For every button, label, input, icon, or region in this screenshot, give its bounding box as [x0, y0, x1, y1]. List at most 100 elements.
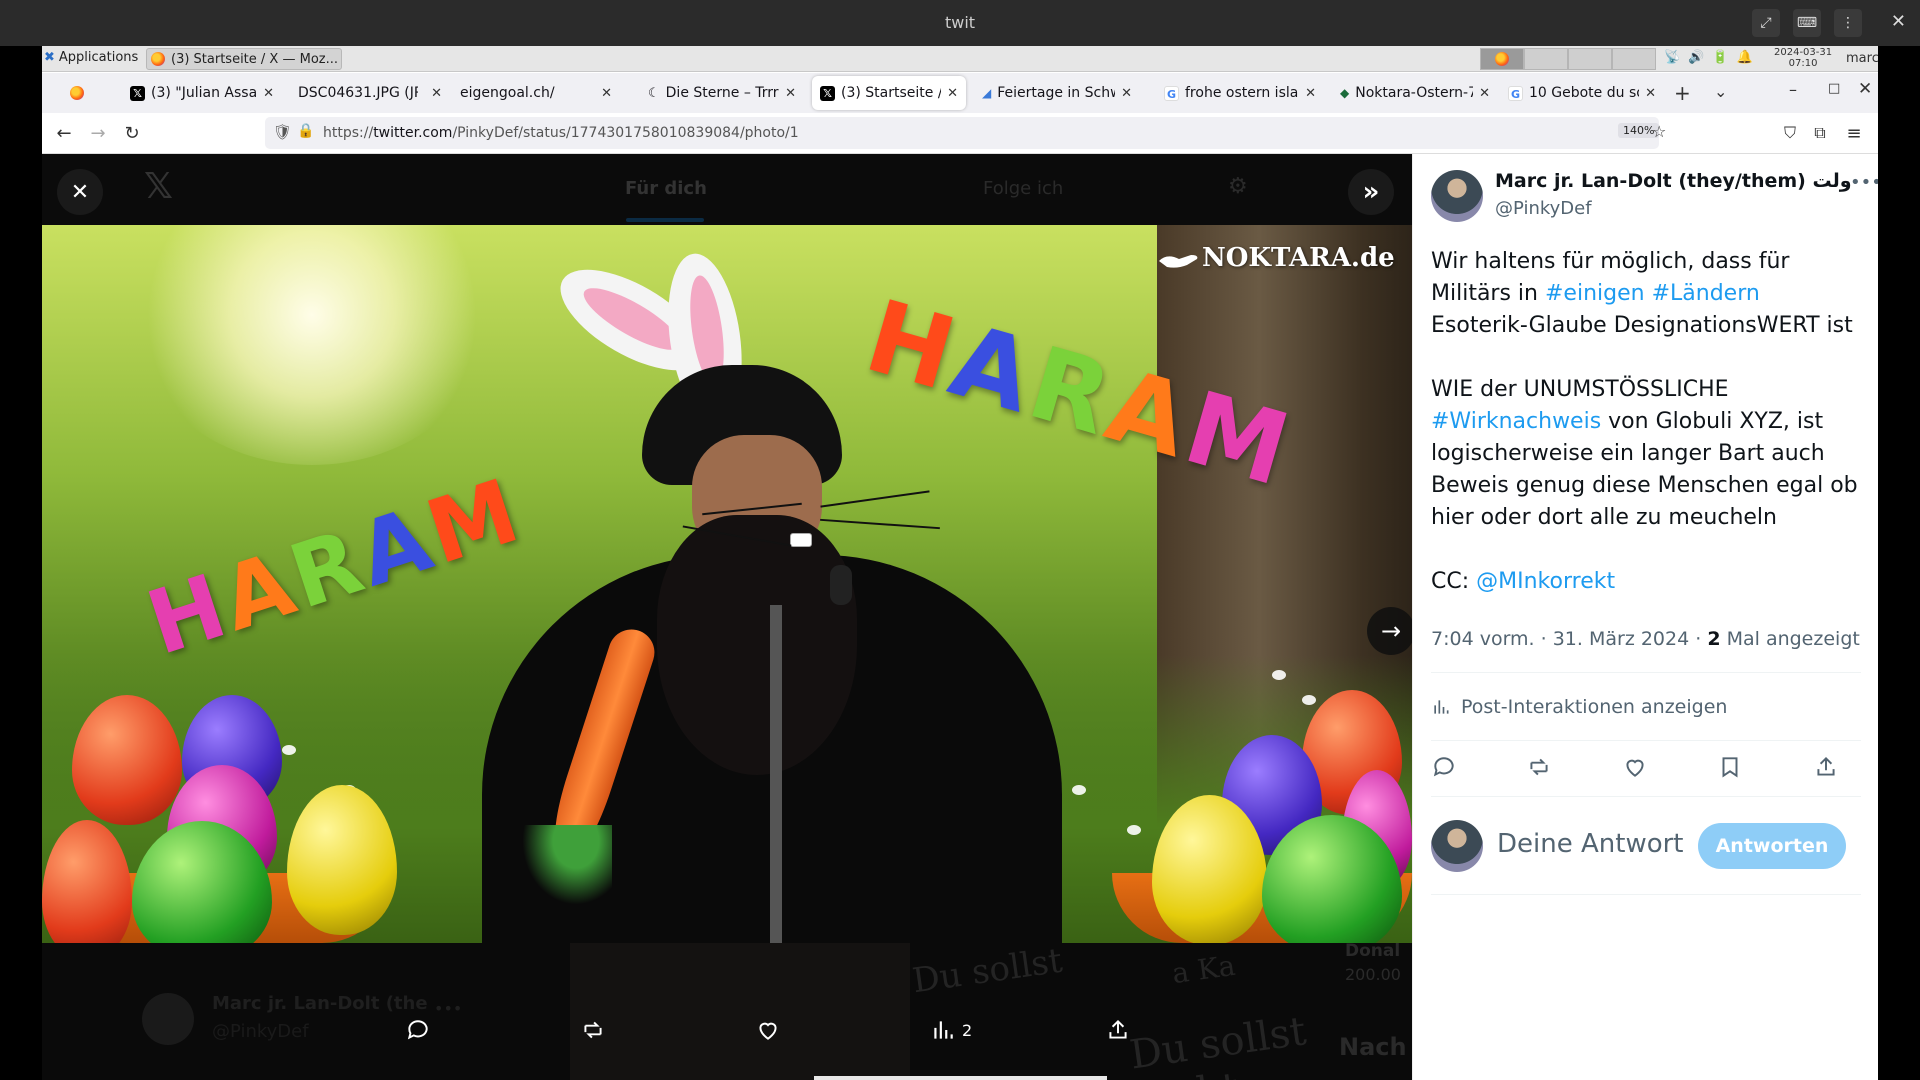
workspace-3[interactable] — [1568, 48, 1612, 70]
url-host: twitter.com — [373, 125, 453, 141]
more-options-icon[interactable]: ••• — [1850, 172, 1878, 193]
close-tab-icon[interactable]: ✕ — [1305, 86, 1316, 101]
user-menu[interactable]: marc — [1846, 51, 1878, 66]
collapse-sidebar-button[interactable]: » — [1348, 169, 1394, 215]
back-arrow-icon[interactable]: ← — [52, 121, 76, 145]
forward-arrow-icon[interactable]: → — [86, 121, 110, 145]
tab-label: Noktara-Ostern-7- — [1355, 85, 1474, 101]
tab-pinned-firefox[interactable] — [48, 76, 110, 110]
url-text[interactable]: https://twitter.com/PinkyDef/status/1774… — [323, 125, 799, 141]
notification-bell-icon[interactable]: 🔔 — [1737, 50, 1753, 65]
bookmark-star-icon[interactable]: ☆ — [1652, 122, 1666, 141]
close-tab-icon[interactable]: ✕ — [431, 86, 442, 101]
fullscreen-icon[interactable]: ⤢ — [1752, 9, 1780, 37]
like-button[interactable] — [755, 1016, 781, 1044]
maximize-window-icon[interactable]: □ — [1828, 81, 1840, 96]
minimize-window-icon[interactable]: – — [1789, 80, 1797, 99]
close-lightbox-button[interactable]: ✕ — [57, 169, 103, 215]
background-avatar — [142, 993, 194, 1045]
share-button[interactable] — [1105, 1016, 1131, 1044]
keyboard-icon[interactable]: ⌨ — [1793, 9, 1821, 37]
network-icon[interactable]: 📡 — [1664, 50, 1680, 65]
hamburger-menu-icon[interactable]: ≡ — [1842, 121, 1866, 145]
reply-button[interactable] — [1429, 752, 1459, 782]
xfce-logo-icon: ✖ — [44, 50, 55, 65]
tab-folge-ich[interactable]: Folge ich — [983, 178, 1063, 199]
remote-close-icon[interactable]: ✕ — [1891, 11, 1906, 32]
hashtag-link[interactable]: #Wirknachweis — [1431, 409, 1601, 434]
author-handle[interactable]: @PinkyDef — [1495, 198, 1592, 219]
workspace-4[interactable] — [1612, 48, 1656, 70]
heart-icon — [759, 1022, 777, 1040]
taskbar-window-button[interactable]: (3) Startseite / X — Moz... — [146, 48, 342, 70]
gear-icon[interactable]: ⚙ — [1228, 174, 1248, 199]
author-avatar[interactable] — [1431, 170, 1483, 222]
mention-link[interactable]: @MInkorrekt — [1476, 569, 1615, 594]
close-tab-icon[interactable]: ✕ — [947, 86, 958, 101]
tab-noktara-ostern[interactable]: ◆ Noktara-Ostern-7- ✕ — [1332, 76, 1498, 110]
repost-button[interactable] — [580, 1016, 606, 1044]
close-tab-icon[interactable]: ✕ — [601, 86, 612, 101]
close-tab-icon[interactable]: ✕ — [1645, 86, 1656, 101]
sun-glow — [132, 225, 492, 465]
workspace-2[interactable] — [1524, 48, 1568, 70]
tweet-timestamp[interactable]: 7:04 vorm. · 31. März 2024 · — [1431, 628, 1707, 650]
post-analytics-label: Post-Interaktionen anzeigen — [1461, 696, 1728, 718]
close-tab-icon[interactable]: ✕ — [785, 86, 796, 101]
hashtag-link[interactable]: #einigen — [1545, 281, 1645, 306]
tab-label: eigengoal.ch/ — [460, 85, 555, 101]
pocket-icon[interactable]: ⛉ — [1778, 121, 1802, 145]
repost-button[interactable] — [1524, 752, 1554, 782]
list-all-tabs-icon[interactable]: ⌄ — [1714, 82, 1727, 101]
close-tab-icon[interactable]: ✕ — [1479, 86, 1490, 101]
arrow-right-icon: → — [1380, 617, 1402, 645]
share-button[interactable] — [1811, 752, 1841, 782]
shield-icon[interactable]: 🛡 — [273, 123, 292, 141]
tab-julian-assange[interactable]: 𝕏 (3) "Julian Assange ✕ — [122, 76, 282, 110]
close-window-icon[interactable]: ✕ — [1858, 79, 1872, 99]
next-image-button[interactable]: → — [1367, 607, 1412, 655]
current-user-avatar[interactable] — [1431, 820, 1483, 872]
noktara-watermark: NOKTARA.de — [1202, 243, 1395, 273]
reply-submit-button[interactable]: Antworten — [1698, 823, 1846, 869]
tab-label: DSC04631.JPG (JPEG — [298, 85, 418, 101]
active-tab-indicator — [626, 218, 704, 222]
close-tab-icon[interactable]: ✕ — [263, 86, 274, 101]
url-bar[interactable]: 🛡 🔒 https://twitter.com/PinkyDef/status/… — [265, 117, 1666, 149]
tweet-text-part: CC: — [1431, 569, 1477, 594]
lock-icon[interactable]: 🔒 — [297, 123, 314, 139]
tab-die-sterne[interactable]: ☾ Die Sterne – Trrrm ✕ — [640, 76, 804, 110]
reload-icon[interactable]: ↻ — [120, 121, 144, 145]
tab-dsc04631[interactable]: DSC04631.JPG (JPEG ✕ — [290, 76, 450, 110]
reply-button[interactable] — [405, 1016, 431, 1044]
bookmark-button[interactable] — [1715, 752, 1745, 782]
kebab-menu-icon[interactable]: ⋮ — [1834, 9, 1862, 37]
tweet-image: HARAM HARAM NOKTARA.de — [42, 225, 1412, 943]
battery-icon[interactable]: 🔋 — [1712, 50, 1728, 65]
tab-fuer-dich[interactable]: Für dich — [625, 178, 707, 199]
close-tab-icon[interactable]: ✕ — [1121, 86, 1132, 101]
wikipedia-icon: ◢ — [982, 86, 992, 100]
tab-startseite-x[interactable]: 𝕏 (3) Startseite / X ✕ — [812, 76, 966, 110]
workspace-switcher[interactable] — [1480, 48, 1656, 70]
post-analytics-link[interactable]: Post-Interaktionen anzeigen — [1431, 696, 1727, 718]
tab-feiertage[interactable]: ◢ Feiertage in Schwe ✕ — [974, 76, 1140, 110]
url-prefix: https:// — [323, 125, 374, 141]
views-button[interactable]: 2 — [930, 1016, 972, 1044]
lightbox-footer: Marc jr. Lan-Dolt (the @PinkyDef ••• Du … — [42, 941, 1412, 1080]
flower — [1072, 785, 1086, 795]
workspace-1[interactable] — [1480, 48, 1524, 70]
new-tab-button[interactable]: + — [1674, 81, 1691, 105]
author-name[interactable]: Marc jr. Lan-Dolt (they/them) ولت — [1495, 170, 1852, 192]
tab-frohe-ostern[interactable]: G frohe ostern islam ✕ — [1156, 76, 1324, 110]
panel-clock[interactable]: 2024-03-31 07:10 — [1774, 47, 1832, 69]
reply-input[interactable]: Deine Antwort — [1497, 829, 1684, 859]
like-button[interactable] — [1620, 752, 1650, 782]
applications-menu[interactable]: ✖ Applications — [44, 50, 138, 65]
tab-eigengoal[interactable]: eigengoal.ch/ ✕ — [452, 76, 620, 110]
tab-10-gebote[interactable]: G 10 Gebote du soll ✕ — [1500, 76, 1664, 110]
extensions-icon[interactable]: ⧉ — [1808, 121, 1832, 145]
volume-icon[interactable]: 🔊 — [1688, 50, 1704, 65]
repost-icon — [584, 1021, 602, 1039]
hashtag-link[interactable]: #Ländern — [1652, 281, 1760, 306]
